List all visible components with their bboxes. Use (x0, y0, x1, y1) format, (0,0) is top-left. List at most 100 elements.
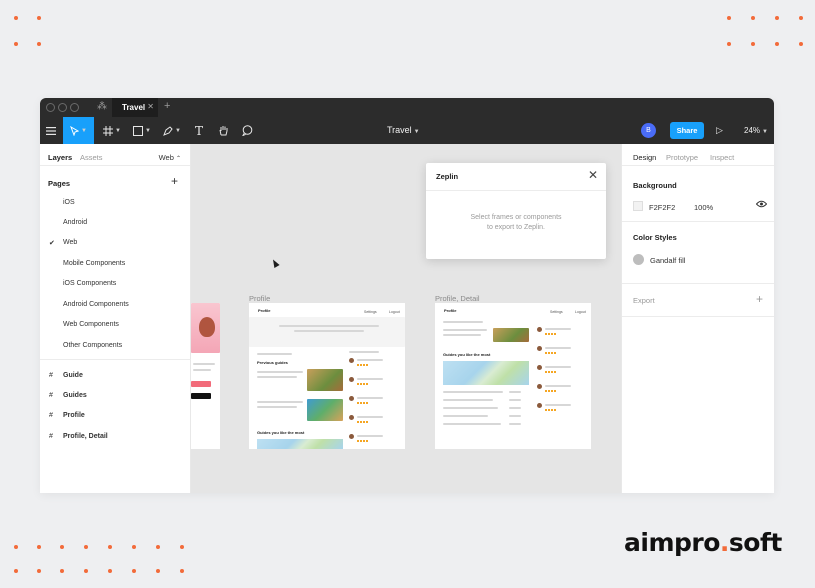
play-icon: ▷ (716, 125, 723, 135)
background-opacity-input[interactable]: 100% (694, 203, 713, 212)
mini-nav-settings: Settings (364, 310, 377, 314)
color-style-name[interactable]: Gandalf fill (650, 256, 685, 265)
mini-detail-nav-settings: Settings (550, 310, 563, 314)
add-page-button[interactable]: + (171, 174, 178, 188)
color-style-swatch[interactable] (633, 254, 644, 265)
mini-detail-header: Profile (444, 308, 457, 313)
visibility-eye-icon[interactable] (755, 200, 768, 210)
frame-icon: # (49, 433, 53, 440)
tab-assets[interactable]: Assets (80, 153, 103, 162)
zeplin-message-line2: to export to Zeplin. (487, 224, 545, 231)
hand-icon (219, 126, 227, 136)
zoom-dropdown[interactable]: 24% ▼ (744, 126, 768, 135)
window-close-button[interactable] (46, 103, 55, 112)
shape-tool-button[interactable]: ▼ (130, 117, 154, 144)
menu-icon (46, 126, 56, 135)
page-item-web[interactable]: Web (63, 239, 77, 246)
frame-icon: # (49, 412, 53, 419)
add-export-button[interactable]: + (756, 292, 763, 306)
tab-layers[interactable]: Layers (48, 153, 72, 162)
mini-profile-header: Profile (258, 308, 271, 313)
page-selector-label: Web (158, 153, 174, 162)
figma-logo-icon[interactable]: ⁂ (97, 101, 107, 112)
hand-tool-button[interactable] (214, 117, 232, 144)
comment-icon (241, 125, 252, 136)
background-color-swatch[interactable] (633, 201, 643, 211)
export-title: Export (633, 296, 655, 305)
page-item-ios[interactable]: iOS (63, 199, 75, 206)
page-item-ios-components[interactable]: iOS Components (63, 280, 116, 287)
frame-tool-button[interactable]: ▼ (100, 117, 124, 144)
page-item-android-components[interactable]: Android Components (63, 301, 129, 308)
layer-label: Profile (63, 412, 85, 419)
text-icon: T (194, 123, 203, 138)
zeplin-title: Zeplin (436, 172, 459, 181)
document-title[interactable]: Travel ▼ (387, 125, 420, 135)
tab-travel[interactable]: Travel ✕ (112, 98, 158, 117)
frame-guide-partial[interactable] (191, 303, 220, 449)
cursor-icon (70, 125, 80, 136)
tab-label: Travel (122, 103, 146, 112)
layer-frame-profile-detail[interactable]: # Profile, Detail (49, 433, 108, 440)
close-icon[interactable]: ✕ (147, 102, 154, 111)
figma-window: ⁂ Travel ✕ + ▼ ▼ ▼ ▼ T Travel ▼ B Share … (40, 98, 774, 493)
chevron-up-icon: ⌃ (175, 156, 181, 162)
page-item-mobile-components[interactable]: Mobile Components (63, 260, 125, 267)
frame-profile[interactable]: Profile Settings Logout Previous guides … (249, 303, 405, 449)
move-tool-button[interactable]: ▼ (63, 117, 94, 144)
window-minimize-button[interactable] (58, 103, 67, 112)
frame-icon: # (49, 392, 53, 399)
background-title: Background (633, 181, 677, 190)
zeplin-message: Select frames or components to export to… (426, 213, 606, 233)
mini-guides-you-like: Guides you like the most (257, 430, 305, 435)
layer-frame-guide[interactable]: # Guide (49, 372, 83, 379)
layer-frame-profile[interactable]: # Profile (49, 412, 85, 419)
brand-logo: aimpro.soft (624, 528, 782, 557)
color-styles-title: Color Styles (633, 233, 677, 242)
document-title-text: Travel (387, 125, 412, 135)
new-tab-button[interactable]: + (164, 100, 170, 112)
check-icon: ✔ (49, 240, 55, 247)
pages-heading: Pages (48, 179, 71, 188)
frame-label-profile[interactable]: Profile (249, 294, 270, 303)
page-selector[interactable]: Web ⌃ (159, 153, 181, 162)
pen-tool-button[interactable]: ▼ (160, 117, 184, 144)
tab-design[interactable]: Design (633, 153, 656, 162)
frame-icon: # (49, 372, 53, 379)
zeplin-message-line1: Select frames or components (470, 214, 562, 221)
brand-part1: aimpro (624, 528, 720, 557)
layers-panel: Layers Assets Web ⌃ Pages + iOS Android … (40, 144, 191, 493)
toolbar: ▼ ▼ ▼ ▼ T Travel ▼ B Share ▷ 24% ▼ (40, 117, 774, 144)
layer-label: Guides (63, 392, 87, 399)
frame-profile-detail[interactable]: Profile Settings Logout Guides you like … (435, 303, 591, 449)
brand-dot: . (719, 528, 730, 557)
layer-label: Profile, Detail (63, 433, 108, 440)
tab-prototype[interactable]: Prototype (666, 153, 698, 162)
mouse-cursor-icon (270, 258, 280, 268)
main-menu-button[interactable] (40, 117, 62, 144)
pen-icon (163, 125, 173, 136)
properties-panel: Design Prototype Inspect Background F2F2… (621, 144, 774, 493)
title-bar: ⁂ Travel ✕ + (40, 98, 774, 117)
share-button[interactable]: Share (670, 122, 704, 139)
close-icon[interactable]: ✕ (588, 168, 598, 182)
rectangle-icon (133, 125, 144, 136)
present-button[interactable]: ▷ (716, 125, 723, 136)
window-maximize-button[interactable] (70, 103, 79, 112)
frame-icon (103, 125, 114, 136)
background-hex-input[interactable]: F2F2F2 (649, 203, 675, 212)
page-item-web-components[interactable]: Web Components (63, 321, 119, 328)
text-tool-button[interactable]: T (190, 117, 208, 144)
avatar[interactable]: B (641, 123, 656, 138)
mini-detail-nav-logout: Logout (575, 310, 586, 314)
zoom-level: 24% (744, 126, 761, 135)
tab-inspect[interactable]: Inspect (710, 153, 734, 162)
layer-frame-guides[interactable]: # Guides (49, 392, 87, 399)
mini-nav-logout: Logout (389, 310, 400, 314)
brand-part2: soft (728, 528, 782, 557)
frame-label-profile-detail[interactable]: Profile, Detail (435, 294, 480, 303)
page-item-android[interactable]: Android (63, 219, 87, 226)
layer-label: Guide (63, 372, 83, 379)
page-item-other-components[interactable]: Other Components (63, 342, 122, 349)
comment-tool-button[interactable] (238, 117, 256, 144)
